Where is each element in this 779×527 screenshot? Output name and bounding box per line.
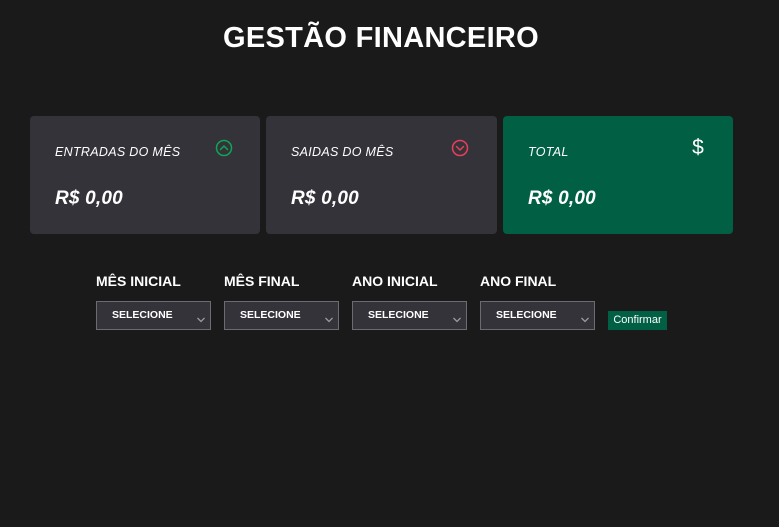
filter-end-year: ANO FINAL SELECIONE bbox=[480, 272, 595, 330]
summary-cards: ENTRADAS DO MÊS R$ 0,00 SAIDAS DO MÊS R$… bbox=[30, 116, 733, 234]
end-month-select[interactable]: SELECIONE bbox=[224, 301, 339, 330]
chevron-down-icon bbox=[196, 311, 206, 323]
start-month-select[interactable]: SELECIONE bbox=[96, 301, 211, 330]
total-card-value: R$ 0,00 bbox=[528, 188, 596, 209]
dollar-sign-icon: $ bbox=[692, 136, 704, 159]
end-month-select-value: SELECIONE bbox=[240, 309, 301, 321]
page-title: GESTÃO FINANCEIRO bbox=[222, 22, 540, 54]
confirm-button[interactable]: Confirmar bbox=[608, 311, 667, 330]
income-card: ENTRADAS DO MÊS R$ 0,00 bbox=[30, 116, 260, 234]
filter-start-year: ANO INICIAL SELECIONE bbox=[352, 272, 467, 330]
arrow-down-circle-icon bbox=[451, 139, 469, 157]
end-year-select-value: SELECIONE bbox=[496, 309, 557, 321]
total-card-label: TOTAL bbox=[528, 145, 569, 159]
arrow-up-circle-icon bbox=[215, 139, 233, 157]
filter-end-month: MÊS FINAL SELECIONE bbox=[224, 272, 339, 330]
start-month-select-value: SELECIONE bbox=[112, 309, 173, 321]
chevron-down-icon bbox=[452, 311, 462, 323]
outcome-card: SAIDAS DO MÊS R$ 0,00 bbox=[266, 116, 497, 234]
date-filters: MÊS INICIAL SELECIONE MÊS FINAL SELECION… bbox=[96, 272, 676, 332]
total-card: TOTAL $ R$ 0,00 bbox=[503, 116, 733, 234]
income-card-label: ENTRADAS DO MÊS bbox=[55, 145, 181, 159]
outcome-card-label: SAIDAS DO MÊS bbox=[291, 145, 394, 159]
filter-end-year-label: ANO FINAL bbox=[480, 273, 557, 289]
outcome-card-value: R$ 0,00 bbox=[291, 188, 359, 209]
start-year-select-value: SELECIONE bbox=[368, 309, 429, 321]
end-year-select[interactable]: SELECIONE bbox=[480, 301, 595, 330]
filter-start-month: MÊS INICIAL SELECIONE bbox=[96, 272, 211, 330]
chevron-down-icon bbox=[324, 311, 334, 323]
start-year-select[interactable]: SELECIONE bbox=[352, 301, 467, 330]
filter-start-month-label: MÊS INICIAL bbox=[96, 273, 181, 289]
chevron-down-icon bbox=[580, 311, 590, 323]
filter-end-month-label: MÊS FINAL bbox=[224, 273, 300, 289]
page: GESTÃO FINANCEIRO ENTRADAS DO MÊS R$ 0,0… bbox=[0, 0, 779, 527]
income-card-value: R$ 0,00 bbox=[55, 188, 123, 209]
filter-start-year-label: ANO INICIAL bbox=[352, 273, 438, 289]
